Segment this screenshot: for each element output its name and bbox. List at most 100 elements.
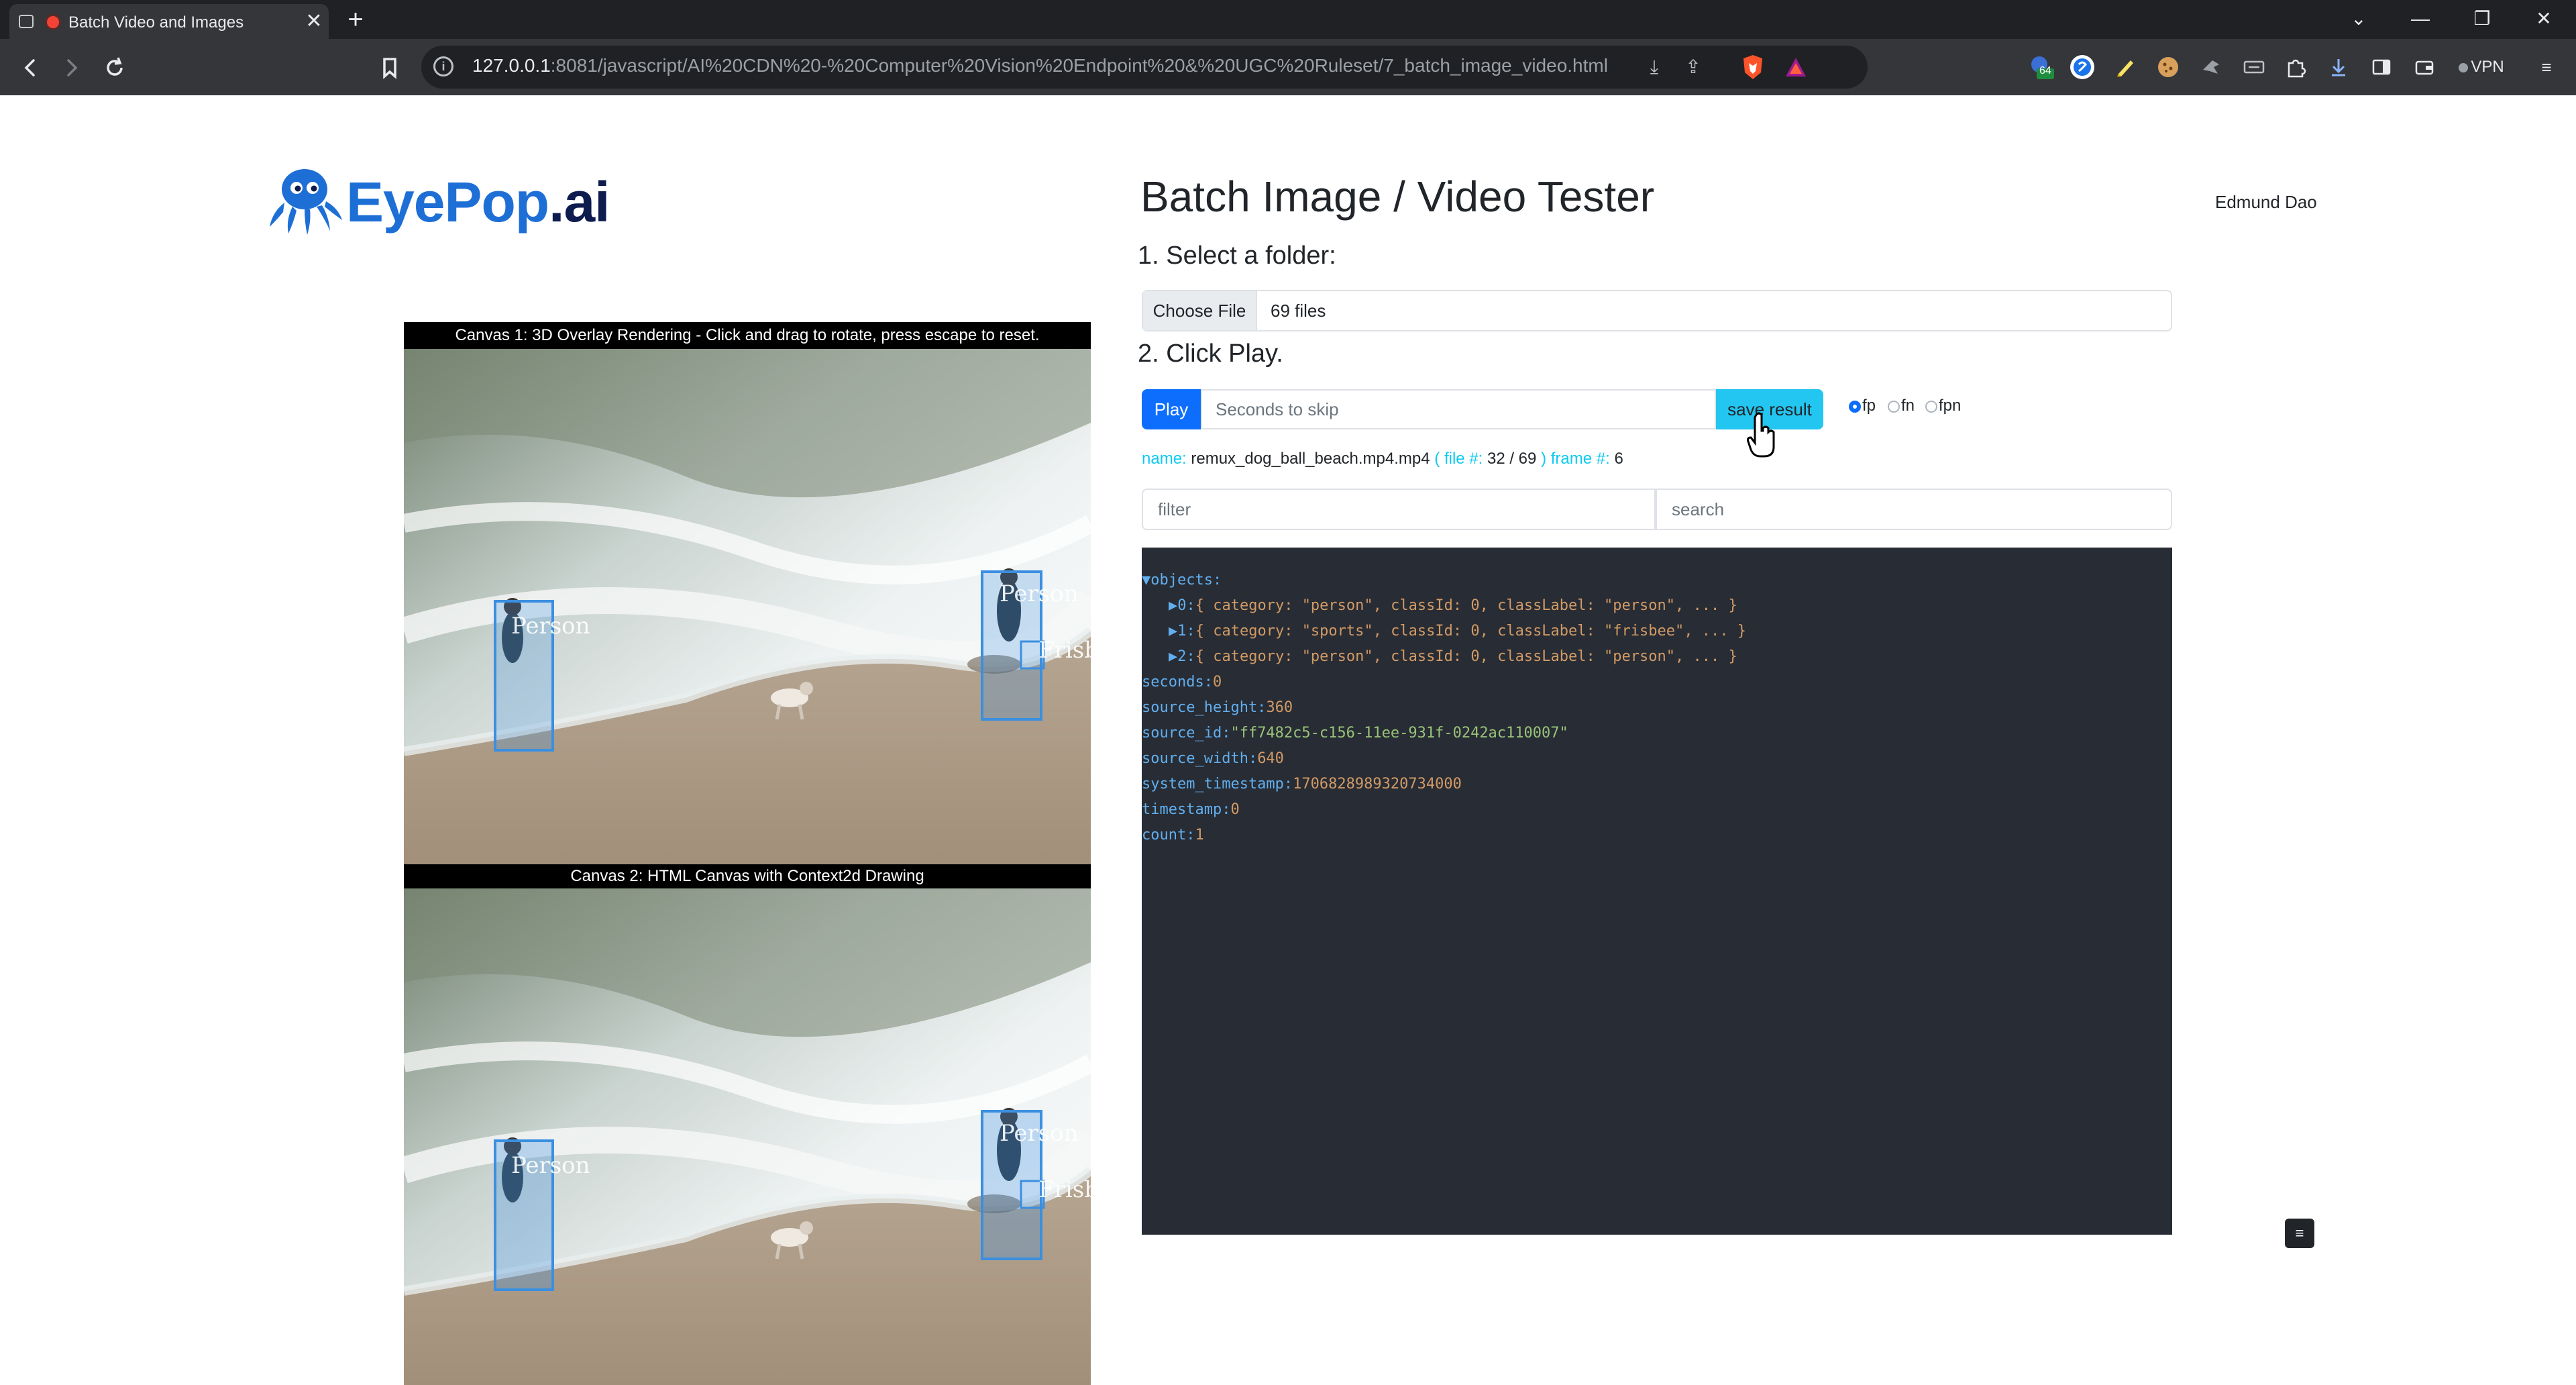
json-object-row[interactable]: ▶0:{ category: "person", classId: 0, cla… — [1169, 593, 1737, 619]
minimize-button[interactable]: — — [2400, 5, 2440, 32]
vpn-status-icon — [2459, 62, 2469, 72]
address-bar[interactable]: i 127.0.0.1:8081/javascript/AI%20CDN%20-… — [421, 46, 1868, 89]
json-key: count: — [1142, 827, 1195, 843]
seconds-to-skip-input[interactable]: Seconds to skip — [1201, 389, 1716, 429]
radio-fn-label: fn — [1901, 397, 1915, 415]
back-button[interactable] — [13, 51, 47, 85]
extension-badge-icon[interactable]: 64 — [2027, 54, 2054, 81]
bird-extension-icon[interactable] — [2198, 54, 2224, 81]
extensions-puzzle-icon[interactable] — [2282, 54, 2309, 81]
json-field-source-id: source_id:"ff7482c5-c156-11ee-931f-0242a… — [1142, 721, 1568, 746]
status-file-value: 32 / 69 — [1487, 450, 1537, 468]
json-value: "ff7482c5-c156-11ee-931f-0242ac110007" — [1230, 725, 1568, 741]
status-frame-value: 6 — [1614, 450, 1623, 468]
json-field-seconds: seconds:0 — [1142, 670, 1222, 695]
overlay-label-person-right: Person — [1000, 580, 1079, 607]
scroll-menu-button[interactable]: ≡ — [2285, 1219, 2314, 1248]
json-result-viewer[interactable]: ▼objects: ▶0:{ category: "person", class… — [1142, 548, 2172, 1235]
beach-video-frame-1: Person Person Frisbee — [404, 349, 1091, 866]
filter-input[interactable]: filter — [1142, 489, 1656, 530]
canvas2-2d-drawing[interactable]: Person Person Frisbee — [404, 888, 1091, 1385]
user-name[interactable]: Edmund Dao — [2215, 192, 2317, 213]
status-file-open: ( file #: — [1434, 450, 1483, 468]
url-text[interactable]: 127.0.0.1:8081/javascript/AI%20CDN%20-%2… — [472, 55, 1608, 76]
tab-favicon-icon — [19, 15, 34, 28]
downloads-icon[interactable] — [2325, 54, 2352, 81]
wallet-icon[interactable] — [2411, 54, 2438, 81]
json-key: source_height: — [1142, 699, 1267, 716]
radio-fpn-dot — [1925, 400, 1937, 413]
bookmark-button[interactable] — [373, 51, 407, 85]
json-field-source-height: source_height:360 — [1142, 695, 1293, 721]
forward-button[interactable] — [55, 51, 89, 85]
json-key: source_width: — [1142, 750, 1258, 767]
radio-fpn[interactable]: fpn — [1925, 396, 1961, 416]
status-name-key: name: — [1142, 450, 1187, 468]
page-title: Batch Image / Video Tester — [1140, 172, 1655, 221]
json-field-system-timestamp: system_timestamp:1706828989320734000 — [1142, 772, 1462, 797]
json-value: 0 — [1230, 801, 1240, 818]
overlay2-label-person-left: Person — [511, 1152, 590, 1179]
share-icon[interactable]: ⇪ — [1680, 54, 1707, 81]
json-object-summary: { category: "person", classId: 0, classL… — [1195, 597, 1737, 614]
highlighter-icon[interactable] — [2112, 54, 2139, 81]
url-host: 127.0.0.1 — [472, 55, 551, 76]
reload-button[interactable] — [98, 51, 131, 85]
new-tab-button[interactable]: + — [341, 6, 370, 34]
reader-extension-icon[interactable] — [2241, 54, 2267, 81]
restore-button[interactable]: ❐ — [2462, 5, 2502, 32]
download-icon[interactable]: ⤓ — [1641, 54, 1668, 81]
octopus-logo-icon — [270, 169, 342, 235]
json-object-row[interactable]: ▶1:{ category: "sports", classId: 0, cla… — [1169, 619, 1746, 644]
overlay-label-frisbee: Frisbee — [1038, 637, 1091, 664]
cookie-icon[interactable] — [2155, 54, 2182, 81]
logo-eye-text: EyePop — [346, 170, 549, 234]
logo-wordmark: EyePop.ai — [346, 165, 610, 239]
vpn-button[interactable]: VPN — [2450, 54, 2513, 81]
play-button[interactable]: Play — [1142, 389, 1201, 429]
radio-fn[interactable]: fn — [1888, 396, 1915, 416]
site-info-icon[interactable]: i — [433, 56, 453, 76]
canvas1-label: Canvas 1: 3D Overlay Rendering - Click a… — [404, 322, 1091, 349]
json-key: timestamp: — [1142, 801, 1231, 818]
radio-fp[interactable]: fp — [1849, 396, 1876, 416]
window-close-button[interactable]: ✕ — [2524, 5, 2564, 32]
tab-title: Batch Video and Images — [68, 13, 244, 32]
json-field-count: count:1 — [1142, 823, 1204, 848]
playback-status: name: remux_dog_ball_beach.mp4.mp4 ( fil… — [1142, 450, 1623, 468]
json-key: source_id: — [1142, 725, 1231, 741]
json-object-summary: { category: "sports", classId: 0, classL… — [1195, 623, 1746, 639]
eyepop-logo[interactable]: EyePop.ai — [263, 165, 610, 239]
beach-video-frame-2: Person Person Frisbee — [404, 888, 1091, 1385]
menu-icon[interactable]: ≡ — [2533, 54, 2560, 81]
json-key: system_timestamp: — [1142, 776, 1293, 792]
tab-search-button[interactable]: ⌄ — [2339, 5, 2379, 32]
overlay2-label-person-right: Person — [1000, 1120, 1079, 1147]
overlay2-label-frisbee: Frisbee — [1038, 1176, 1091, 1203]
extension-badge-count: 64 — [2039, 65, 2051, 76]
json-objects-toggle[interactable]: ▼objects: — [1142, 568, 1222, 593]
folder-file-input[interactable]: Choose File 69 files — [1142, 290, 2172, 331]
recording-indicator-icon — [47, 16, 59, 28]
json-object-row[interactable]: ▶2:{ category: "person", classId: 0, cla… — [1169, 644, 1737, 670]
file-count-text: 69 files — [1271, 301, 1326, 321]
brave-shields-icon[interactable] — [1740, 54, 1766, 81]
browser-tab[interactable]: Batch Video and Images ✕ — [9, 4, 329, 39]
radio-fp-dot — [1849, 400, 1861, 413]
search-input[interactable]: search — [1656, 489, 2172, 530]
screenshot-extension-icon[interactable] — [2069, 54, 2096, 81]
radio-fn-dot — [1888, 400, 1900, 413]
overlay-label-person-left: Person — [511, 613, 590, 639]
json-value: 360 — [1266, 699, 1293, 716]
status-name-value: remux_dog_ball_beach.mp4.mp4 — [1191, 450, 1430, 468]
choose-file-button[interactable]: Choose File — [1143, 291, 1257, 330]
json-object-summary: { category: "person", classId: 0, classL… — [1195, 648, 1737, 665]
json-object-index: ▶0: — [1169, 597, 1195, 614]
bookmark-icon — [383, 58, 396, 79]
browser-toolbar: i 127.0.0.1:8081/javascript/AI%20CDN%20-… — [0, 39, 2576, 95]
sidebar-toggle-icon[interactable] — [2368, 54, 2395, 81]
canvas1-3d-overlay[interactable]: Person Person Frisbee — [404, 349, 1091, 866]
hand-pointer-cursor-icon — [1747, 412, 1775, 458]
brave-rewards-icon[interactable] — [1783, 54, 1809, 81]
tab-close-button[interactable]: ✕ — [302, 9, 326, 34]
